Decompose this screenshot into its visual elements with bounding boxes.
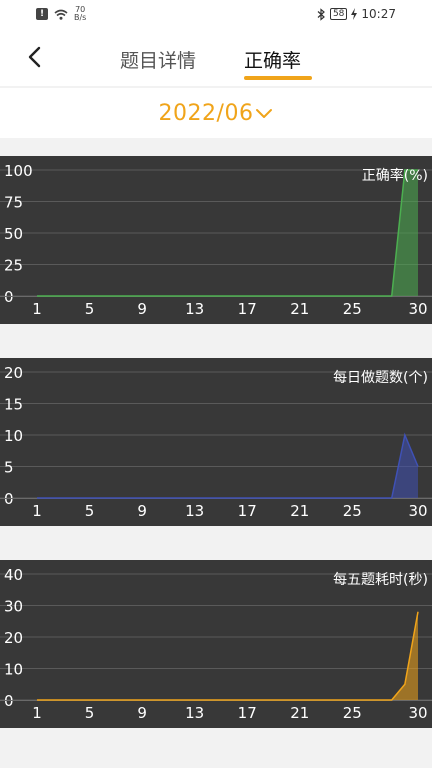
wifi-icon: [54, 9, 68, 20]
y-tick-label: 10: [4, 427, 23, 445]
top-navigation: 题目详情 正确率: [0, 28, 432, 86]
clock: 10:27: [361, 7, 396, 21]
x-tick-label: 17: [238, 502, 257, 520]
y-tick-label: 15: [4, 396, 23, 414]
x-tick-label: 17: [238, 300, 257, 318]
accuracy-chart-plot: 10075502501 5 9 13 17 21 25 30正确率(%): [0, 162, 432, 318]
x-tick-label: 21: [290, 502, 309, 520]
chart-title: 正确率(%): [362, 167, 428, 184]
back-button[interactable]: [20, 42, 50, 72]
y-tick-label: 50: [4, 225, 23, 243]
series-area: [37, 611, 418, 700]
x-tick-label: 30: [408, 704, 427, 722]
x-tick-label: 5: [85, 300, 95, 318]
status-bar: ! 70 B/s 58 10:27: [0, 0, 432, 28]
y-tick-label: 10: [4, 661, 23, 679]
x-tick-label: 25: [343, 704, 362, 722]
bluetooth-icon: [317, 7, 325, 21]
chart-title: 每日做题数(个): [333, 370, 428, 386]
x-tick-label: 25: [343, 300, 362, 318]
daily-count-chart-plot: 201510501 5 9 13 17 21 25 30每日做题数(个): [0, 364, 432, 520]
notification-icon: !: [36, 8, 48, 20]
y-tick-label: 30: [4, 598, 23, 616]
battery-indicator: 58: [329, 8, 348, 20]
x-tick-label: 5: [85, 704, 95, 722]
x-tick-label: 1: [32, 300, 42, 318]
y-tick-label: 20: [4, 364, 23, 382]
x-tick-label: 5: [85, 502, 95, 520]
chevron-left-icon: [28, 46, 41, 68]
y-tick-label: 25: [4, 257, 23, 275]
time-per-five-chart: 40 30 20 10 0 1 5 9 13 17 21 25 30 每五题耗时(秒): [0, 560, 432, 728]
chart-title: 每五题耗时(秒): [333, 572, 428, 588]
time-per-five-chart-plot: 4030201001 5 9 13 17 21 25 30每五题耗时(秒): [0, 566, 432, 722]
x-tick-label: 21: [290, 300, 309, 318]
x-tick-label: 21: [290, 704, 309, 722]
y-tick-label: 20: [4, 629, 23, 647]
month-selector[interactable]: 2022/06: [0, 88, 432, 138]
charging-icon: [351, 8, 358, 20]
x-tick-label: 13: [185, 502, 204, 520]
x-tick-label: 17: [238, 704, 257, 722]
y-tick-label: 40: [4, 566, 23, 584]
y-tick-label: 100: [4, 162, 33, 180]
x-tick-label: 9: [137, 502, 147, 520]
accuracy-chart: 100 75 50 25 0 1 5 9 13 17 21 25 30 正确率(%): [0, 156, 432, 324]
x-tick-label: 1: [32, 704, 42, 722]
y-tick-label: 5: [4, 459, 14, 477]
daily-count-chart: 20 15 10 5 0 1 5 9 13 17 21 25 30 每日做题数(个): [0, 358, 432, 526]
x-tick-label: 13: [185, 300, 204, 318]
x-tick-label: 30: [408, 502, 427, 520]
series-line: [37, 611, 419, 701]
active-tab-indicator: [244, 76, 312, 80]
network-speed: 70 B/s: [74, 5, 87, 22]
month-value: 2022/06: [158, 100, 254, 126]
x-tick-label: 1: [32, 502, 42, 520]
tab-accuracy[interactable]: 正确率: [244, 46, 301, 73]
x-tick-label: 9: [137, 704, 147, 722]
y-tick-label: 75: [4, 194, 23, 212]
x-tick-label: 30: [408, 300, 427, 318]
x-tick-label: 13: [185, 704, 204, 722]
x-tick-label: 9: [137, 300, 147, 318]
chevron-down-icon: [256, 109, 273, 118]
tab-question-details[interactable]: 题目详情: [120, 46, 196, 73]
x-tick-label: 25: [343, 502, 362, 520]
